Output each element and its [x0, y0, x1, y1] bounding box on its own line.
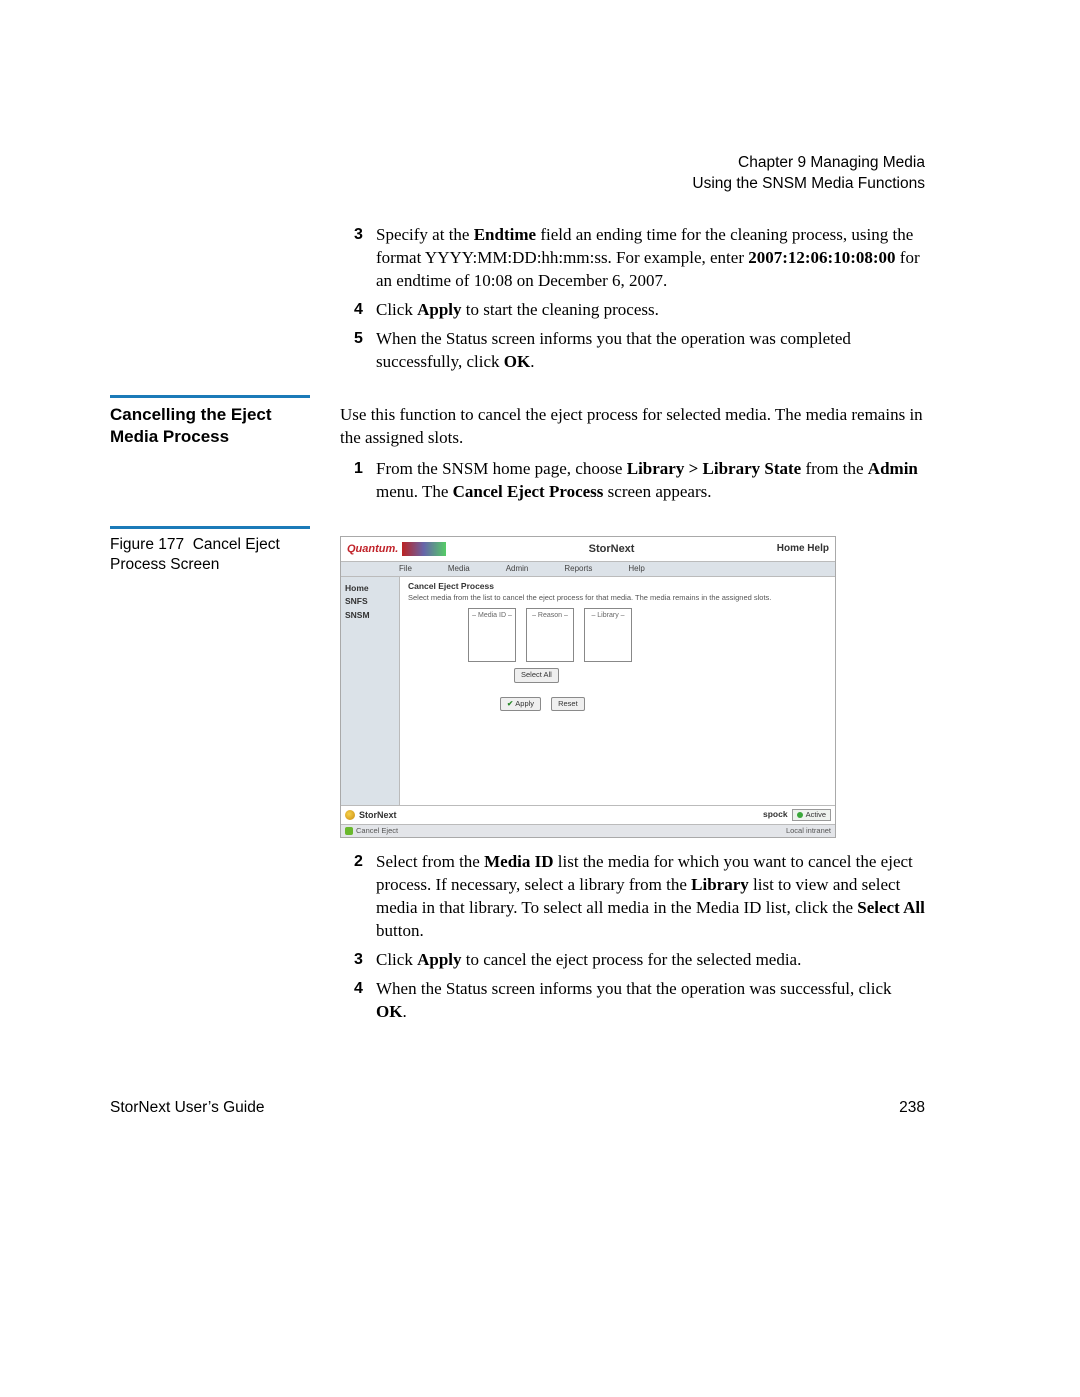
ie-tab-label: Cancel Eject: [356, 826, 398, 836]
media-id-list[interactable]: – Media ID –: [468, 608, 516, 662]
active-dot-icon: [797, 812, 803, 818]
select-all-button[interactable]: Select All: [514, 668, 559, 682]
cancel-step-1: 1 From the SNSM home page, choose Librar…: [354, 458, 925, 504]
status-badge: Active: [792, 809, 831, 821]
brand-logo-icon: [402, 542, 446, 556]
footer-page-number: 238: [899, 1099, 925, 1117]
sidebar: Home SNFS SNSM: [341, 577, 400, 805]
figure-rule: [110, 526, 310, 529]
library-list[interactable]: – Library –: [584, 608, 632, 662]
menu-media[interactable]: Media: [448, 564, 470, 575]
step-5: 5 When the Status screen informs you tha…: [354, 328, 925, 374]
page-header: Chapter 9 Managing Media Using the SNSM …: [692, 153, 925, 195]
section-rule: [110, 395, 310, 398]
menu-file[interactable]: File: [399, 564, 412, 575]
panel-title: Cancel Eject Process: [408, 581, 827, 592]
status-host: spock: [763, 809, 788, 820]
stornext-status-icon: [345, 810, 355, 820]
cancel-step-2: 2 Select from the Media ID list the medi…: [354, 851, 925, 943]
reason-list[interactable]: – Reason –: [526, 608, 574, 662]
home-help-links[interactable]: Home Help: [777, 542, 829, 556]
step-3: 3 Specify at the Endtime field an ending…: [354, 224, 925, 293]
reset-button[interactable]: Reset: [551, 697, 585, 711]
subtitle-line: Using the SNSM Media Functions: [692, 174, 925, 195]
apply-button[interactable]: ✔Apply: [500, 697, 541, 711]
menu-help[interactable]: Help: [628, 564, 644, 575]
step-4: 4 Click Apply to start the cleaning proc…: [354, 299, 925, 322]
figure-caption: Figure 177 Cancel Eject Process Screen: [110, 535, 310, 575]
cancel-step-3: 3 Click Apply to cancel the eject proces…: [354, 949, 925, 972]
footer-left: StorNext User’s Guide: [110, 1099, 265, 1117]
panel-description: Select media from the list to cancel the…: [408, 593, 827, 602]
cancel-eject-screenshot: Quantum. StorNext Home Help File Media A…: [340, 536, 836, 838]
menubar[interactable]: File Media Admin Reports Help: [341, 562, 835, 577]
section-intro: Use this function to cancel the eject pr…: [340, 404, 925, 450]
status-app-label: StorNext: [359, 809, 397, 821]
brand-area: Quantum.: [347, 542, 446, 557]
chapter-line: Chapter 9 Managing Media: [692, 153, 925, 174]
sidebar-item-home[interactable]: Home: [345, 583, 399, 594]
section-heading: Cancelling the Eject Media Process: [110, 404, 310, 448]
sidebar-item-snsm[interactable]: SNSM: [345, 610, 399, 621]
check-icon: ✔: [507, 699, 513, 708]
page-footer: StorNext User’s Guide 238: [110, 1099, 925, 1117]
ie-zone-label: Local intranet: [786, 826, 831, 836]
menu-reports[interactable]: Reports: [564, 564, 592, 575]
cancel-step-4: 4 When the Status screen informs you tha…: [354, 978, 925, 1024]
brand-text: Quantum.: [347, 542, 398, 557]
sidebar-item-snfs[interactable]: SNFS: [345, 596, 399, 607]
app-title: StorNext: [589, 542, 635, 557]
menu-admin[interactable]: Admin: [506, 564, 529, 575]
ie-page-icon: [345, 827, 353, 835]
